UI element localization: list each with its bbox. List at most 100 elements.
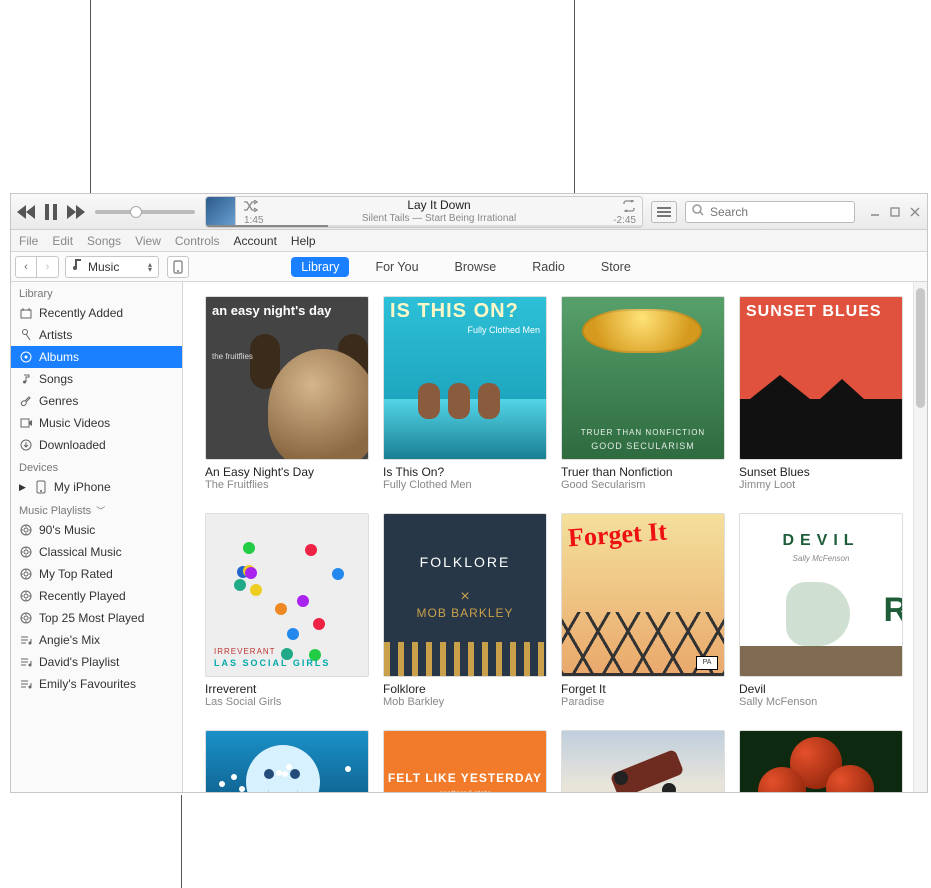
menu-file[interactable]: File: [19, 234, 38, 248]
chevron-updown-icon: ▴▾: [148, 262, 152, 272]
album-tile[interactable]: FELT LIKE YESTERDAYscattered state: [383, 730, 547, 792]
iphone-icon: [34, 480, 48, 494]
smart-playlist-icon: [19, 611, 33, 625]
next-button[interactable]: [67, 205, 85, 219]
sidebar-item-label: My Top Rated: [39, 567, 113, 581]
pause-button[interactable]: [45, 204, 57, 220]
nav-forward-button[interactable]: ›: [37, 256, 59, 278]
album-tile[interactable]: SUNSET BLUESSunset BluesJimmy Loot: [739, 296, 903, 491]
menu-songs[interactable]: Songs: [87, 234, 121, 248]
search-field[interactable]: [685, 201, 855, 223]
album-artist: Las Social Girls: [205, 696, 369, 708]
album-artist: The Fruitflies: [205, 479, 369, 491]
sidebar-item-label: Angie's Mix: [39, 633, 100, 647]
sidebar-playlist-item[interactable]: Top 25 Most Played: [11, 607, 182, 629]
sidebar-item-label: Recently Played: [39, 589, 126, 603]
callout-line-bottom: [181, 795, 182, 888]
sidebar-item-downloaded[interactable]: Downloaded: [11, 434, 182, 456]
menu-controls[interactable]: Controls: [175, 234, 220, 248]
album-tile[interactable]: an easy night's dayAn Easy Night's DayTh…: [205, 296, 369, 491]
sidebar-device-iphone[interactable]: ▶ My iPhone: [11, 476, 182, 498]
search-icon: [692, 204, 704, 219]
album-tile[interactable]: DEVILSally McFensonRDevilSally McFenson: [739, 513, 903, 708]
sidebar-playlists-header[interactable]: Music Playlists ﹀: [11, 498, 182, 519]
sidebar-playlist-item[interactable]: My Top Rated: [11, 563, 182, 585]
itunes-window: Lay It Down Silent Tails — Start Being I…: [10, 193, 928, 793]
albums-icon: [19, 350, 33, 364]
album-artist: Fully Clothed Men: [383, 479, 547, 491]
vertical-scrollbar[interactable]: [913, 282, 927, 792]
album-tile[interactable]: FOLKLORE×MOB BARKLEYFolkloreMob Barkley: [383, 513, 547, 708]
close-icon[interactable]: [909, 206, 921, 218]
sidebar-item-label: Genres: [39, 394, 78, 408]
sidebar-item-label: Songs: [39, 372, 73, 386]
sidebar-item-albums[interactable]: Albums: [11, 346, 182, 368]
maximize-icon[interactable]: [889, 206, 901, 218]
sidebar-item-artists[interactable]: Artists: [11, 324, 182, 346]
content-area: an easy night's dayAn Easy Night's DayTh…: [183, 282, 927, 792]
playlist-icon: [19, 655, 33, 669]
menu-account[interactable]: Account: [234, 234, 277, 248]
album-tile[interactable]: IRREVERANTLAS SOCIAL GIRLSIrreverentLas …: [205, 513, 369, 708]
progress-bar[interactable]: [206, 225, 642, 227]
tab-store[interactable]: Store: [591, 257, 641, 277]
sidebar-playlist-item[interactable]: Emily's Favourites: [11, 673, 182, 695]
sidebar-playlist-item[interactable]: Recently Played: [11, 585, 182, 607]
album-tile[interactable]: TRUER THAN NONFICTIONGOOD SECULARISMTrue…: [561, 296, 725, 491]
sidebar-playlist-item[interactable]: David's Playlist: [11, 651, 182, 673]
device-button[interactable]: [167, 256, 189, 278]
playlist-icon: [19, 677, 33, 691]
sidebar-item-songs[interactable]: Songs: [11, 368, 182, 390]
tab-browse[interactable]: Browse: [445, 257, 507, 277]
music-note-icon: [19, 372, 33, 386]
album-artist: Sally McFenson: [739, 696, 903, 708]
menu-edit[interactable]: Edit: [52, 234, 73, 248]
search-input[interactable]: [710, 205, 848, 219]
disclosure-triangle-icon[interactable]: ▶: [19, 482, 26, 493]
repeat-icon[interactable]: [622, 200, 636, 215]
sidebar-item-genres[interactable]: Genres: [11, 390, 182, 412]
smart-playlist-icon: [19, 567, 33, 581]
tab-radio[interactable]: Radio: [522, 257, 575, 277]
album-tile[interactable]: Forget ItPAForget ItParadise: [561, 513, 725, 708]
menu-view[interactable]: View: [135, 234, 161, 248]
album-tile[interactable]: [205, 730, 369, 792]
shuffle-icon[interactable]: [244, 200, 258, 215]
sidebar-item-label: Emily's Favourites: [39, 677, 136, 691]
previous-button[interactable]: [17, 205, 35, 219]
now-playing-title: Lay It Down: [236, 199, 642, 212]
sidebar-item-label: Artists: [39, 328, 72, 342]
album-artist: Good Secularism: [561, 479, 725, 491]
sidebar-item-label: My iPhone: [54, 480, 111, 494]
playlist-icon: [19, 633, 33, 647]
tab-for-you[interactable]: For You: [365, 257, 428, 277]
tab-library[interactable]: Library: [291, 257, 349, 277]
sidebar-item-recently-added[interactable]: Recently Added: [11, 302, 182, 324]
up-next-button[interactable]: [651, 201, 677, 223]
sidebar-playlist-item[interactable]: 90's Music: [11, 519, 182, 541]
chooser-row: ‹ › Music ▴▾ Library For You Browse Radi…: [11, 252, 927, 282]
sidebar-item-music-videos[interactable]: Music Videos: [11, 412, 182, 434]
section-tabs: Library For You Browse Radio Store: [291, 257, 641, 277]
minimize-icon[interactable]: [869, 206, 881, 218]
callout-line-top-left: [90, 0, 91, 195]
sidebar-playlist-item[interactable]: Angie's Mix: [11, 629, 182, 651]
sidebar-playlist-item[interactable]: Classical Music: [11, 541, 182, 563]
album-title: Folklore: [383, 682, 547, 696]
album-title: Is This On?: [383, 465, 547, 479]
sidebar-library-header: Library: [11, 282, 182, 302]
album-tile[interactable]: IS THIS ON?Fully Clothed MenIs This On?F…: [383, 296, 547, 491]
nav-back-button[interactable]: ‹: [15, 256, 37, 278]
menu-help[interactable]: Help: [291, 234, 316, 248]
album-title: Irreverent: [205, 682, 369, 696]
smart-playlist-icon: [19, 589, 33, 603]
album-tile[interactable]: [561, 730, 725, 792]
album-tile[interactable]: [739, 730, 903, 792]
volume-slider[interactable]: [95, 210, 195, 214]
media-picker[interactable]: Music ▴▾: [65, 256, 159, 278]
sidebar-item-label: Top 25 Most Played: [39, 611, 144, 625]
albums-grid-scroll[interactable]: an easy night's dayAn Easy Night's DayTh…: [183, 282, 913, 792]
chevron-down-icon: ﹀: [96, 506, 105, 516]
now-playing-artwork: [206, 197, 236, 227]
now-playing-display[interactable]: Lay It Down Silent Tails — Start Being I…: [205, 196, 643, 228]
